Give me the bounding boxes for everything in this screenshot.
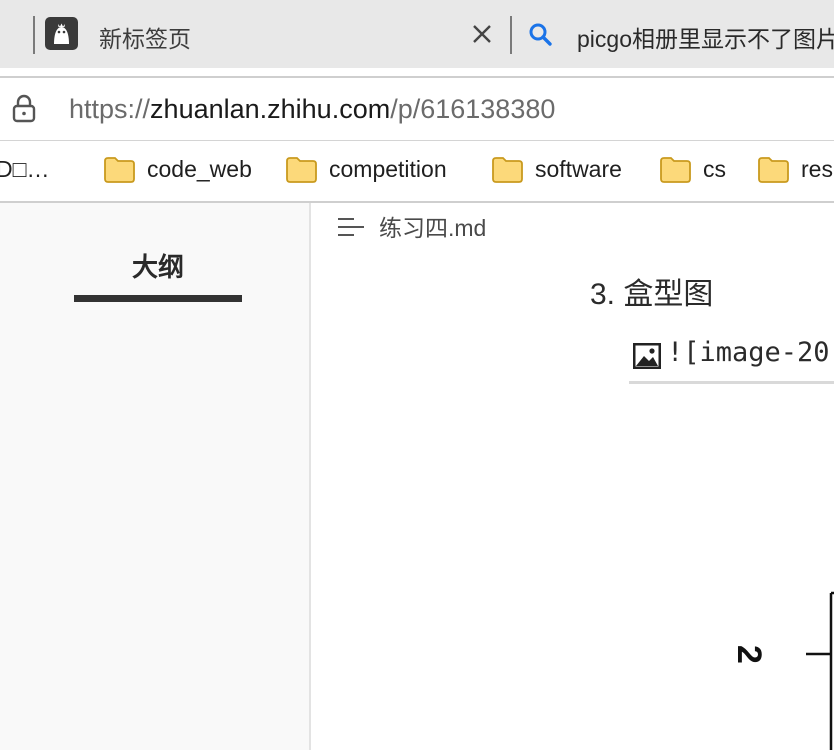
- bookmark-label: code_web: [147, 156, 252, 182]
- tab-divider: [510, 16, 512, 54]
- outline-sidebar: 大纲: [0, 203, 311, 750]
- image-icon: [633, 343, 661, 369]
- image-markdown-text: ![image-20: [667, 337, 830, 368]
- bookmark-label: D□…: [0, 156, 50, 182]
- app-logo-icon: [45, 17, 78, 50]
- close-icon[interactable]: [468, 20, 496, 48]
- folder-icon: [758, 157, 789, 183]
- bookmarks-bar: D□… code_web competition software cs res…: [0, 141, 834, 203]
- outline-toggle-icon[interactable]: [336, 216, 366, 238]
- folder-icon: [286, 157, 317, 183]
- bookmark-label: cs: [703, 156, 726, 182]
- tab-title[interactable]: picgo相册里显示不了图片: [577, 20, 834, 54]
- bookmark-label: software: [535, 156, 622, 182]
- editor-pane: 练习四.md 3. 盒型图 ![image-20 2: [311, 203, 834, 750]
- chart-axis: [806, 591, 834, 750]
- section-heading[interactable]: 3. 盒型图: [590, 269, 713, 313]
- url-domain: zhuanlan.zhihu.com: [150, 94, 391, 124]
- url-path: /p/616138380: [390, 94, 556, 124]
- chart-tick-label: 2: [729, 645, 768, 664]
- tab-divider: [33, 16, 35, 54]
- outline-tab-indicator: [74, 295, 242, 302]
- url-scheme: https://: [69, 94, 151, 124]
- address-bar[interactable]: https://zhuanlan.zhihu.com/p/616138380: [0, 76, 834, 142]
- folder-icon: [660, 157, 691, 183]
- outline-tab[interactable]: 大纲: [74, 247, 242, 284]
- tab-title[interactable]: 新标签页: [99, 20, 191, 54]
- image-markdown-source[interactable]: ![image-20: [629, 333, 834, 384]
- bookmark-label: rese: [801, 156, 834, 182]
- folder-icon: [104, 157, 135, 183]
- tab-bar: 新标签页 picgo相册里显示不了图片: [0, 0, 834, 68]
- url-text[interactable]: https://zhuanlan.zhihu.com/p/616138380: [69, 94, 555, 125]
- folder-icon: [492, 157, 523, 183]
- bookmark-label: competition: [329, 156, 447, 182]
- search-icon: [526, 20, 554, 48]
- lock-icon[interactable]: [10, 93, 38, 123]
- document-title: 练习四.md: [379, 215, 487, 241]
